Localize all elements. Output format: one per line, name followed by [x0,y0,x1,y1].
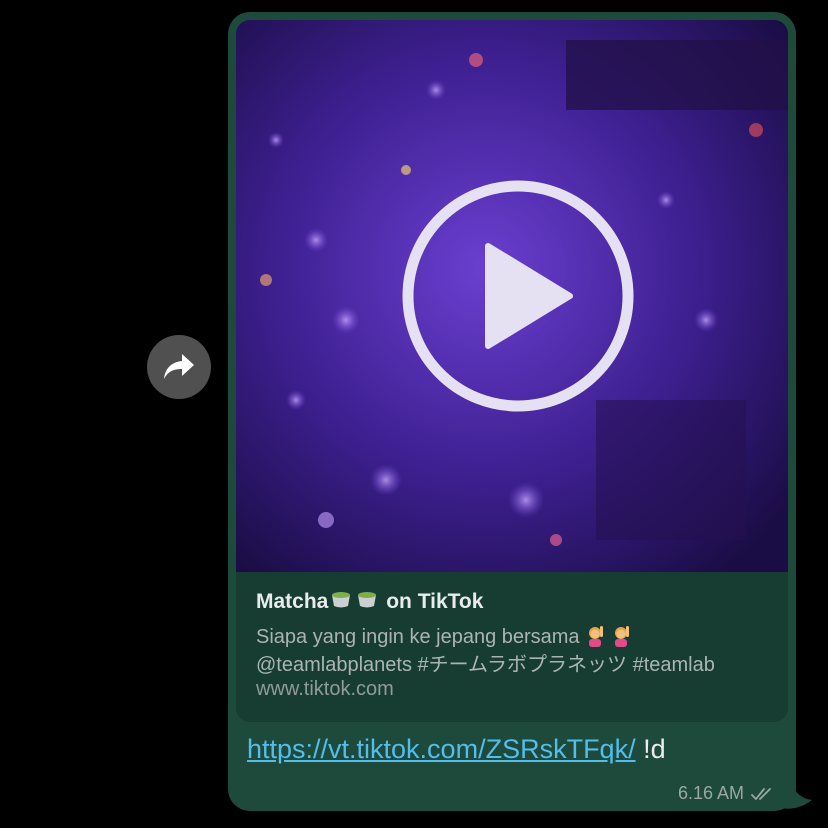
video-thumbnail[interactable] [236,20,788,572]
preview-title: Matcha on TikTok [256,590,483,614]
preview-description: Siapa yang ingin ke jepang bersama @team… [256,623,771,679]
preview-domain: www.tiktok.com [256,678,394,700]
preview-title-text: Matcha [256,590,329,613]
message-bubble[interactable]: Matcha on TikTok Siapa yang ingin ke jep… [228,12,796,811]
preview-title-suffix: on TikTok [386,590,484,613]
message-text: https://vt.tiktok.com/ZSRskTFqk/ !d [247,734,666,765]
forward-button[interactable] [147,335,211,399]
preview-desc-line-1: Siapa yang ingin ke jepang bersama [256,623,771,651]
message-link[interactable]: https://vt.tiktok.com/ZSRskTFqk/ [247,734,636,764]
message-meta: 6.16 AM [678,783,776,804]
double-check-icon [751,787,771,800]
message-time: 6.16 AM [677,783,744,803]
raising-hand-emoji-icon [588,626,603,647]
raising-hand-emoji-icon [614,626,629,647]
link-preview-card[interactable]: Matcha on TikTok Siapa yang ingin ke jep… [236,572,788,722]
video-play-icon[interactable] [400,178,636,414]
teacup-emoji-icon [358,592,377,608]
teacup-emoji-icon [332,592,351,608]
preview-desc-line-2: @teamlabplanets #チームラボプラネッツ #teamlab [256,654,715,676]
forward-arrow-icon [164,354,194,379]
message-suffix: !d [643,734,666,764]
